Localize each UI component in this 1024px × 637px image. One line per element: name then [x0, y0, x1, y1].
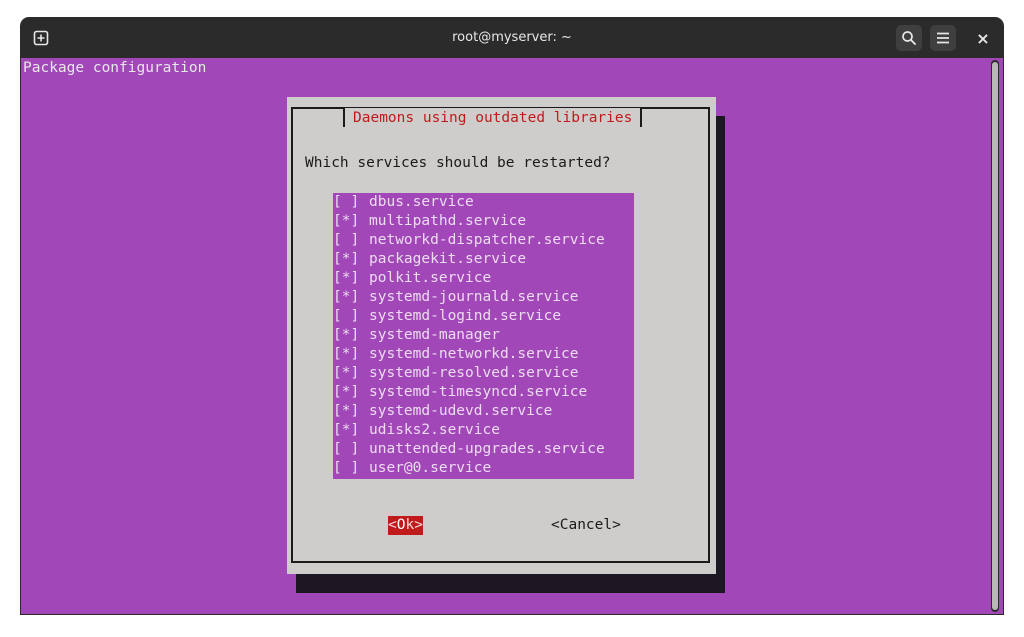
checkbox-mark[interactable]: [*] [333, 250, 369, 269]
service-label: systemd-udevd.service [369, 403, 553, 419]
service-label: networkd-dispatcher.service [369, 232, 605, 248]
close-button[interactable]: × [970, 25, 996, 51]
checkbox-mark[interactable]: [*] [333, 364, 369, 383]
service-label: systemd-journald.service [369, 289, 579, 305]
ok-rest: k> [405, 517, 423, 533]
scrollbar[interactable] [991, 60, 999, 612]
checklist-item[interactable]: [*] systemd-networkd.service [333, 345, 579, 364]
checklist-item[interactable]: [*] udisks2.service [333, 421, 500, 440]
checklist-item[interactable]: [*] systemd-udevd.service [333, 402, 552, 421]
service-label: unattended-upgrades.service [369, 441, 605, 457]
checklist-item[interactable]: [ ] user@0.service [333, 459, 491, 478]
checkbox-mark[interactable]: [*] [333, 383, 369, 402]
terminal-area[interactable]: Package configuration Daemons using outd… [21, 58, 1003, 614]
checkbox-mark[interactable]: [*] [333, 269, 369, 288]
checkbox-mark[interactable]: [ ] [333, 440, 369, 459]
checklist-item[interactable]: [ ] systemd-logind.service [333, 307, 561, 326]
checkbox-mark[interactable]: [*] [333, 421, 369, 440]
scrollbar-thumb[interactable] [992, 62, 998, 610]
checklist-item[interactable]: [*] systemd-journald.service [333, 288, 579, 307]
checkbox-mark[interactable]: [*] [333, 345, 369, 364]
ok-button[interactable]: <Ok> [388, 516, 423, 535]
checklist-item[interactable]: [*] systemd-timesyncd.service [333, 383, 587, 402]
checklist-item[interactable]: [*] polkit.service [333, 269, 491, 288]
terminal-window: root@myserver: ~ × Package configuration [21, 18, 1003, 614]
title-bar: root@myserver: ~ × [21, 18, 1003, 58]
checkbox-mark[interactable]: [ ] [333, 231, 369, 250]
services-checklist[interactable]: [ ] dbus.service [*] multipathd.service[ ] n… [333, 193, 634, 479]
checkbox-mark[interactable]: [ ] [333, 459, 369, 478]
checklist-item[interactable]: [*] packagekit.service [333, 250, 526, 269]
checklist-item[interactable]: [ ] unattended-upgrades.service [333, 440, 605, 459]
ok-open: < [388, 517, 397, 533]
checklist-item[interactable]: [ ] dbus.service [333, 193, 474, 212]
checklist-item[interactable]: [*] multipathd.service [333, 212, 526, 231]
close-icon: × [976, 28, 990, 48]
title-bracket-right [640, 109, 643, 127]
checkbox-mark[interactable]: [*] [333, 212, 369, 231]
service-label: polkit.service [369, 270, 492, 286]
checklist-item[interactable]: [ ] networkd-dispatcher.service [333, 231, 605, 250]
dialog-buttons: <Ok> <Cancel> [287, 516, 716, 536]
dialog-title-wrap: Daemons using outdated libraries [343, 108, 643, 128]
service-label: dbus.service [369, 194, 474, 210]
menu-button[interactable] [930, 25, 956, 51]
service-label: packagekit.service [369, 251, 527, 267]
hamburger-menu-icon [937, 32, 949, 44]
cancel-button[interactable]: <Cancel> [551, 516, 621, 535]
service-label: multipathd.service [369, 213, 527, 229]
service-label: systemd-timesyncd.service [369, 384, 588, 400]
checklist-item[interactable]: [*] systemd-resolved.service [333, 364, 579, 383]
checkbox-mark[interactable]: [*] [333, 402, 369, 421]
service-label: systemd-logind.service [369, 308, 562, 324]
search-icon [902, 31, 916, 45]
checkbox-mark[interactable]: [*] [333, 288, 369, 307]
dialog-question: Which services should be restarted? [305, 155, 611, 171]
service-label: udisks2.service [369, 422, 500, 438]
service-label: user@0.service [369, 460, 492, 476]
service-label: systemd-networkd.service [369, 346, 579, 362]
checkbox-mark[interactable]: [ ] [333, 307, 369, 326]
service-label: systemd-manager [369, 327, 500, 343]
window-title: root@myserver: ~ [452, 30, 572, 45]
package-configuration-header: Package configuration [23, 60, 207, 76]
checkbox-mark[interactable]: [ ] [333, 193, 369, 212]
service-label: systemd-resolved.service [369, 365, 579, 381]
checklist-item[interactable]: [*] systemd-manager [333, 326, 500, 345]
dialog-title: Daemons using outdated libraries [345, 108, 641, 128]
checkbox-mark[interactable]: [*] [333, 326, 369, 345]
restart-services-dialog: Daemons using outdated libraries Which s… [287, 97, 716, 574]
search-button[interactable] [896, 25, 922, 51]
